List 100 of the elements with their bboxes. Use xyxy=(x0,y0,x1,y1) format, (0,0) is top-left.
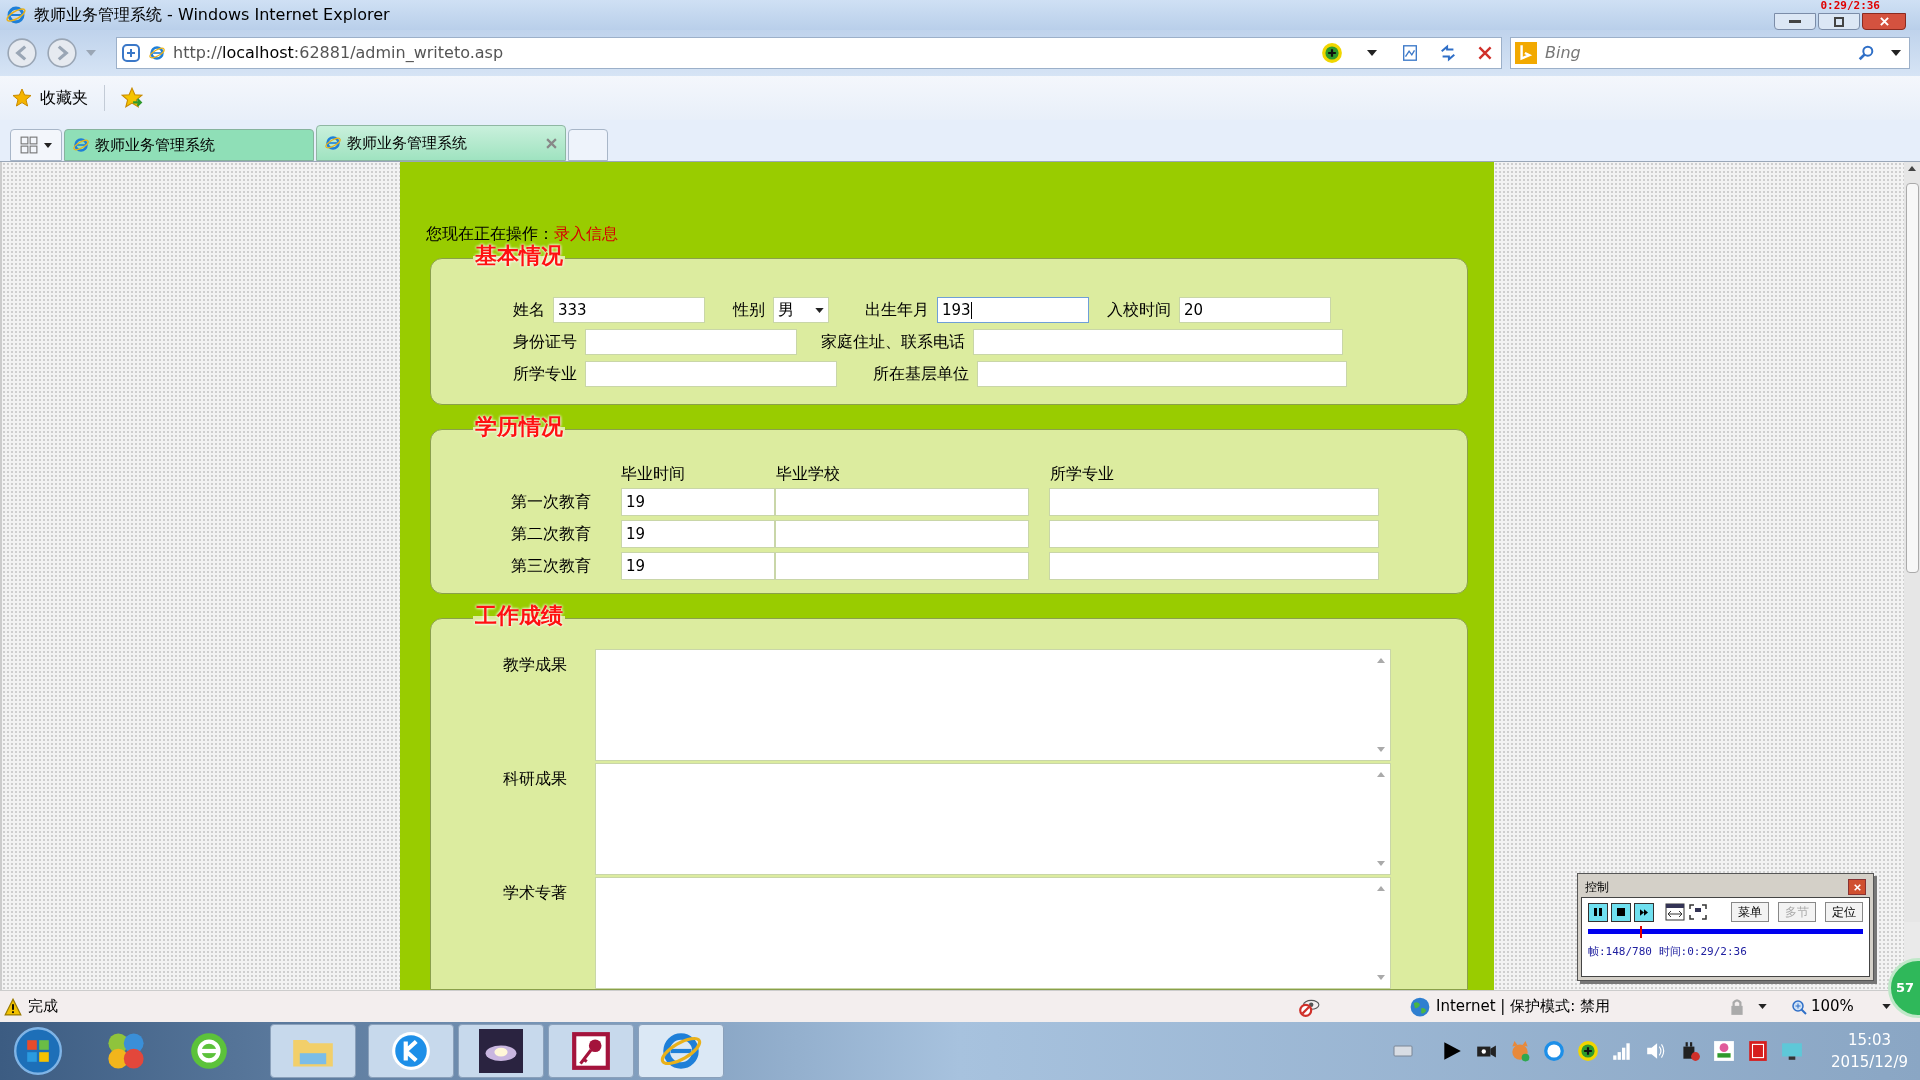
progress-marker[interactable] xyxy=(1640,926,1643,938)
back-icon[interactable] xyxy=(6,37,38,69)
gender-select[interactable]: 男 xyxy=(773,297,829,323)
close-icon xyxy=(1879,17,1889,26)
start-button[interactable] xyxy=(14,1027,62,1075)
scroll-down-icon[interactable] xyxy=(1377,975,1385,980)
flower-icon[interactable] xyxy=(1713,1040,1736,1062)
grid-icon xyxy=(20,136,38,154)
field-label: 入校时间 xyxy=(1107,299,1171,321)
fullscreen-icon[interactable] xyxy=(1688,903,1708,921)
text-field[interactable] xyxy=(1049,552,1379,581)
refresh-icon[interactable] xyxy=(1439,44,1457,62)
row-label: 第二次教育 xyxy=(511,523,592,546)
tab-title: 教师业务管理系统 xyxy=(95,134,215,156)
search-placeholder: Bing xyxy=(1545,42,1581,64)
text-field[interactable] xyxy=(977,361,1347,387)
forward-icon[interactable] xyxy=(46,37,78,69)
search-provider-icon xyxy=(1515,42,1537,64)
taskbar-button[interactable] xyxy=(548,1024,634,1078)
close-icon[interactable] xyxy=(546,137,557,149)
fit-width-icon[interactable] xyxy=(1665,903,1685,921)
column-header: 毕业学校 xyxy=(776,463,841,486)
text-field[interactable] xyxy=(775,520,1029,549)
minimize-button[interactable] xyxy=(1774,13,1816,30)
warning-icon xyxy=(4,997,22,1016)
shield-plus-icon[interactable] xyxy=(121,43,141,63)
column-header: 毕业时间 xyxy=(621,463,686,486)
window-title: 教师业务管理系统 - Windows Internet Explorer xyxy=(34,4,390,26)
stop-button[interactable] xyxy=(1611,902,1631,922)
text-field[interactable]: 19 xyxy=(621,552,775,581)
taskbar-button[interactable] xyxy=(458,1024,544,1078)
text-field[interactable]: 333 xyxy=(553,297,705,323)
scroll-down-icon[interactable] xyxy=(1377,861,1385,866)
caret-icon xyxy=(815,307,824,313)
browser-icon xyxy=(73,137,89,153)
browser-icon xyxy=(149,45,165,61)
restore-button[interactable] xyxy=(1818,13,1860,30)
text-field[interactable] xyxy=(585,329,797,355)
field-label: 身份证号 xyxy=(513,331,577,353)
text-field[interactable] xyxy=(1049,488,1379,517)
field-label: 所在基层单位 xyxy=(873,363,969,385)
pause-button[interactable] xyxy=(1588,902,1608,922)
plus-circle-icon[interactable] xyxy=(1577,1040,1600,1062)
operation-value: 录入信息 xyxy=(554,223,618,245)
toolbar-button[interactable]: 菜单 xyxy=(1731,902,1769,922)
favorites-label[interactable]: 收藏夹 xyxy=(40,86,88,110)
url-text: http://localhost:62881/admin_writeto.asp xyxy=(173,42,504,64)
zoom-level[interactable]: 100% xyxy=(1811,995,1854,1018)
seal-icon[interactable] xyxy=(1747,1040,1770,1062)
stop-icon[interactable] xyxy=(1477,45,1493,61)
field-label: 学术专著 xyxy=(503,882,568,904)
caret-icon[interactable] xyxy=(1881,1004,1891,1009)
text-field[interactable] xyxy=(973,329,1343,355)
close-icon xyxy=(1853,883,1861,891)
scroll-down-icon[interactable] xyxy=(1377,747,1385,752)
field-label: 姓名 xyxy=(513,299,545,321)
caret-icon[interactable] xyxy=(1758,1004,1767,1009)
scrollbar[interactable] xyxy=(1904,162,1920,922)
search-icon[interactable] xyxy=(1857,44,1875,62)
window-title: 控制 xyxy=(1585,879,1609,896)
text-field[interactable] xyxy=(775,488,1029,517)
new-tab-button[interactable] xyxy=(568,129,608,161)
caret-icon[interactable] xyxy=(1891,50,1901,56)
search-field[interactable]: Bing xyxy=(1510,37,1910,69)
text-field[interactable]: 20 xyxy=(1179,297,1331,323)
close-button[interactable] xyxy=(1848,879,1866,895)
text-field[interactable]: 19 xyxy=(621,488,775,517)
field-label: 家庭住址、联系电话 xyxy=(821,331,965,353)
quick-tabs-button[interactable] xyxy=(10,129,62,161)
address-field[interactable]: http://localhost:62881/admin_writeto.asp xyxy=(116,37,1502,69)
zoom-icon[interactable] xyxy=(1791,998,1807,1015)
text-field[interactable]: 19 xyxy=(621,520,775,549)
browser-icon xyxy=(660,1030,702,1072)
browser-app-icon[interactable] xyxy=(188,1030,230,1072)
row-label: 第三次教育 xyxy=(511,555,592,578)
compatibility-icon[interactable] xyxy=(1401,44,1419,62)
fast-forward-button[interactable] xyxy=(1634,902,1654,922)
text-field[interactable]: 193 xyxy=(937,297,1089,323)
text-field[interactable] xyxy=(775,552,1029,581)
text-field[interactable] xyxy=(585,361,837,387)
operation-label: 您现在正在操作： xyxy=(426,223,554,244)
browser-icon xyxy=(325,135,341,151)
browser-tab[interactable]: 教师业务管理系统 xyxy=(64,129,314,161)
lock-icon[interactable] xyxy=(1728,997,1746,1016)
plus-circle-icon[interactable] xyxy=(1321,42,1343,64)
add-favorite-icon[interactable] xyxy=(121,87,143,109)
scroll-up-icon[interactable] xyxy=(1908,166,1916,171)
caret-icon[interactable] xyxy=(1367,50,1377,56)
status-text: 完成 xyxy=(28,996,58,1018)
star-icon[interactable] xyxy=(12,88,32,108)
browser-icon xyxy=(6,5,26,25)
browser-tab[interactable]: 教师业务管理系统 xyxy=(316,125,566,161)
field-label: 性别 xyxy=(733,299,765,321)
toolbar-button[interactable]: 定位 xyxy=(1825,902,1863,922)
monitor-icon[interactable] xyxy=(1781,1040,1804,1062)
globe-icon xyxy=(1410,996,1430,1017)
glow-image-icon xyxy=(479,1029,523,1073)
scrollbar-thumb[interactable] xyxy=(1905,183,1919,573)
text-field[interactable] xyxy=(1049,520,1379,549)
close-button[interactable] xyxy=(1862,13,1906,30)
